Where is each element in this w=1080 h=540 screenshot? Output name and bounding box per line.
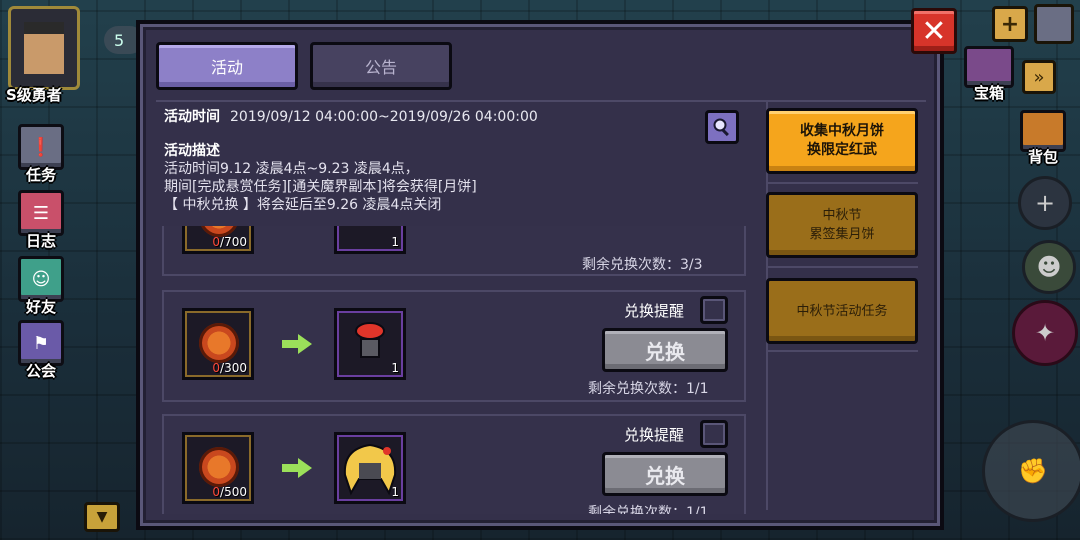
side-button-line: 换限定红武: [807, 142, 877, 158]
skill-button[interactable]: ☻: [1022, 240, 1076, 294]
event-time-header: 活动时间: [164, 109, 220, 125]
remind-checkbox[interactable]: [700, 296, 728, 324]
hud-chest-label: 宝箱: [973, 84, 1004, 102]
remind-label: 兑换提醒: [624, 426, 685, 444]
reward-slot[interactable]: 1: [334, 432, 406, 504]
exchange-list[interactable]: 0/700 1 兑换 剩余兑换次数：3/3 兑换提醒 0/300 1 兑换 剩余…: [156, 226, 756, 514]
close-icon: ✕: [921, 13, 947, 49]
reward-count: 1: [391, 235, 399, 249]
event-info: 活动时间 2019/09/12 04:00:00~2019/09/26 04:0…: [164, 106, 754, 214]
hud-friends-label: 好友: [25, 298, 56, 316]
exchange-button[interactable]: 兑换: [602, 452, 728, 496]
reward-slot[interactable]: 1: [334, 308, 406, 380]
hud-friends-button[interactable]: ☺ 好友: [18, 256, 64, 317]
mooncake-icon: [199, 323, 239, 363]
side-button-signin[interactable]: 中秋节 累签集月饼: [766, 192, 918, 258]
event-description: 活动描述 活动时间9.12 凌晨4点~9.23 凌晨4点， 期间[完成悬赏任务]…: [164, 142, 754, 214]
remaining-count: 剩余兑换次数：3/3: [582, 257, 703, 273]
close-button[interactable]: ✕: [911, 8, 957, 54]
hud-log-button[interactable]: ☰ 日志: [18, 190, 64, 251]
event-desc-line: 【 中秋兑换 】将会延后至9.26 凌晨4点关闭: [164, 197, 442, 213]
cost-slot: 0/700: [182, 226, 254, 254]
add-circle-button[interactable]: +: [1018, 176, 1072, 230]
side-button-line: 累签集月饼: [809, 227, 875, 242]
hud-log-label: 日志: [25, 232, 56, 250]
remind-checkbox[interactable]: [700, 420, 728, 448]
attack-button[interactable]: ✊: [982, 420, 1080, 522]
cost-count: 0/300: [212, 361, 247, 375]
exchange-button[interactable]: 兑换: [602, 328, 728, 372]
expand-arrow-icon[interactable]: »: [1022, 60, 1056, 94]
hud-guild-label: 公会: [25, 362, 56, 380]
reward-slot[interactable]: 1: [334, 226, 406, 254]
grid-menu-icon[interactable]: [1034, 4, 1074, 44]
cost-count: 0/500: [212, 485, 247, 499]
hud-backpack-label: 背包: [1027, 148, 1058, 166]
header-divider: [156, 100, 926, 102]
side-divider-line: [766, 266, 918, 268]
side-button-mooncake-exchange[interactable]: 收集中秋月饼 换限定红武: [766, 108, 918, 174]
side-button-line: 中秋节活动任务: [796, 303, 888, 319]
exchange-row: 0/700 1 兑换 剩余兑换次数：3/3: [162, 226, 746, 276]
rank-label: S级勇者: [6, 86, 62, 104]
cost-count: 0/700: [212, 235, 247, 249]
hud-tasks-label: 任务: [25, 166, 56, 184]
event-desc-line: 活动时间9.12 凌晨4点~9.23 凌晨4点，: [164, 161, 419, 177]
mooncake-icon: [199, 447, 239, 487]
event-time-value: 2019/09/12 04:00:00~2019/09/26 04:00:00: [230, 109, 538, 125]
cost-slot: 0/300: [182, 308, 254, 380]
arrow-right-icon: [282, 458, 312, 478]
hud-chest-button[interactable]: 宝箱: [964, 46, 1014, 103]
special-skill-button[interactable]: ✦: [1012, 300, 1078, 366]
cost-slot: 0/500: [182, 432, 254, 504]
reward-count: 1: [391, 485, 399, 499]
side-divider-line: [766, 350, 918, 352]
arrow-right-icon: [282, 334, 312, 354]
remind-label: 兑换提醒: [624, 302, 685, 320]
avatar-face: [24, 22, 64, 74]
event-desc-header: 活动描述: [164, 143, 220, 159]
tab-announcements[interactable]: 公告: [310, 42, 452, 90]
player-avatar[interactable]: [8, 6, 80, 90]
plus-icon[interactable]: +: [992, 6, 1028, 42]
hud-guild-button[interactable]: ⚑ 公会: [18, 320, 64, 381]
exchange-row: 兑换提醒 0/500 1 兑换 剩余兑换次数：1/1: [162, 414, 746, 514]
tab-events[interactable]: 活动: [156, 42, 298, 90]
side-button-event-tasks[interactable]: 中秋节活动任务: [766, 278, 918, 344]
event-time-row: 活动时间 2019/09/12 04:00:00~2019/09/26 04:0…: [164, 106, 754, 128]
side-button-line: 收集中秋月饼: [800, 123, 884, 139]
remaining-count: 剩余兑换次数：1/1: [588, 381, 709, 397]
chat-toggle-button[interactable]: ▼: [84, 502, 120, 532]
side-button-line: 中秋节: [822, 208, 862, 223]
magnifier-icon: [713, 118, 729, 137]
side-divider-line: [766, 182, 918, 184]
exchange-row: 兑换提醒 0/300 1 兑换 剩余兑换次数：1/1: [162, 290, 746, 402]
event-desc-line: 期间[完成悬赏任务][通关魔界副本]将会获得[月饼]: [164, 179, 477, 195]
right-hud: + 宝箱 » 背包 + ☻ ✦ ✊: [960, 0, 1080, 540]
reward-count: 1: [391, 361, 399, 375]
hud-tasks-button[interactable]: ❗ 任务: [18, 124, 64, 185]
hud-backpack-button[interactable]: 背包: [1020, 110, 1066, 167]
remaining-count: 剩余兑换次数：1/1: [588, 505, 709, 514]
magnifier-button[interactable]: [705, 110, 739, 144]
